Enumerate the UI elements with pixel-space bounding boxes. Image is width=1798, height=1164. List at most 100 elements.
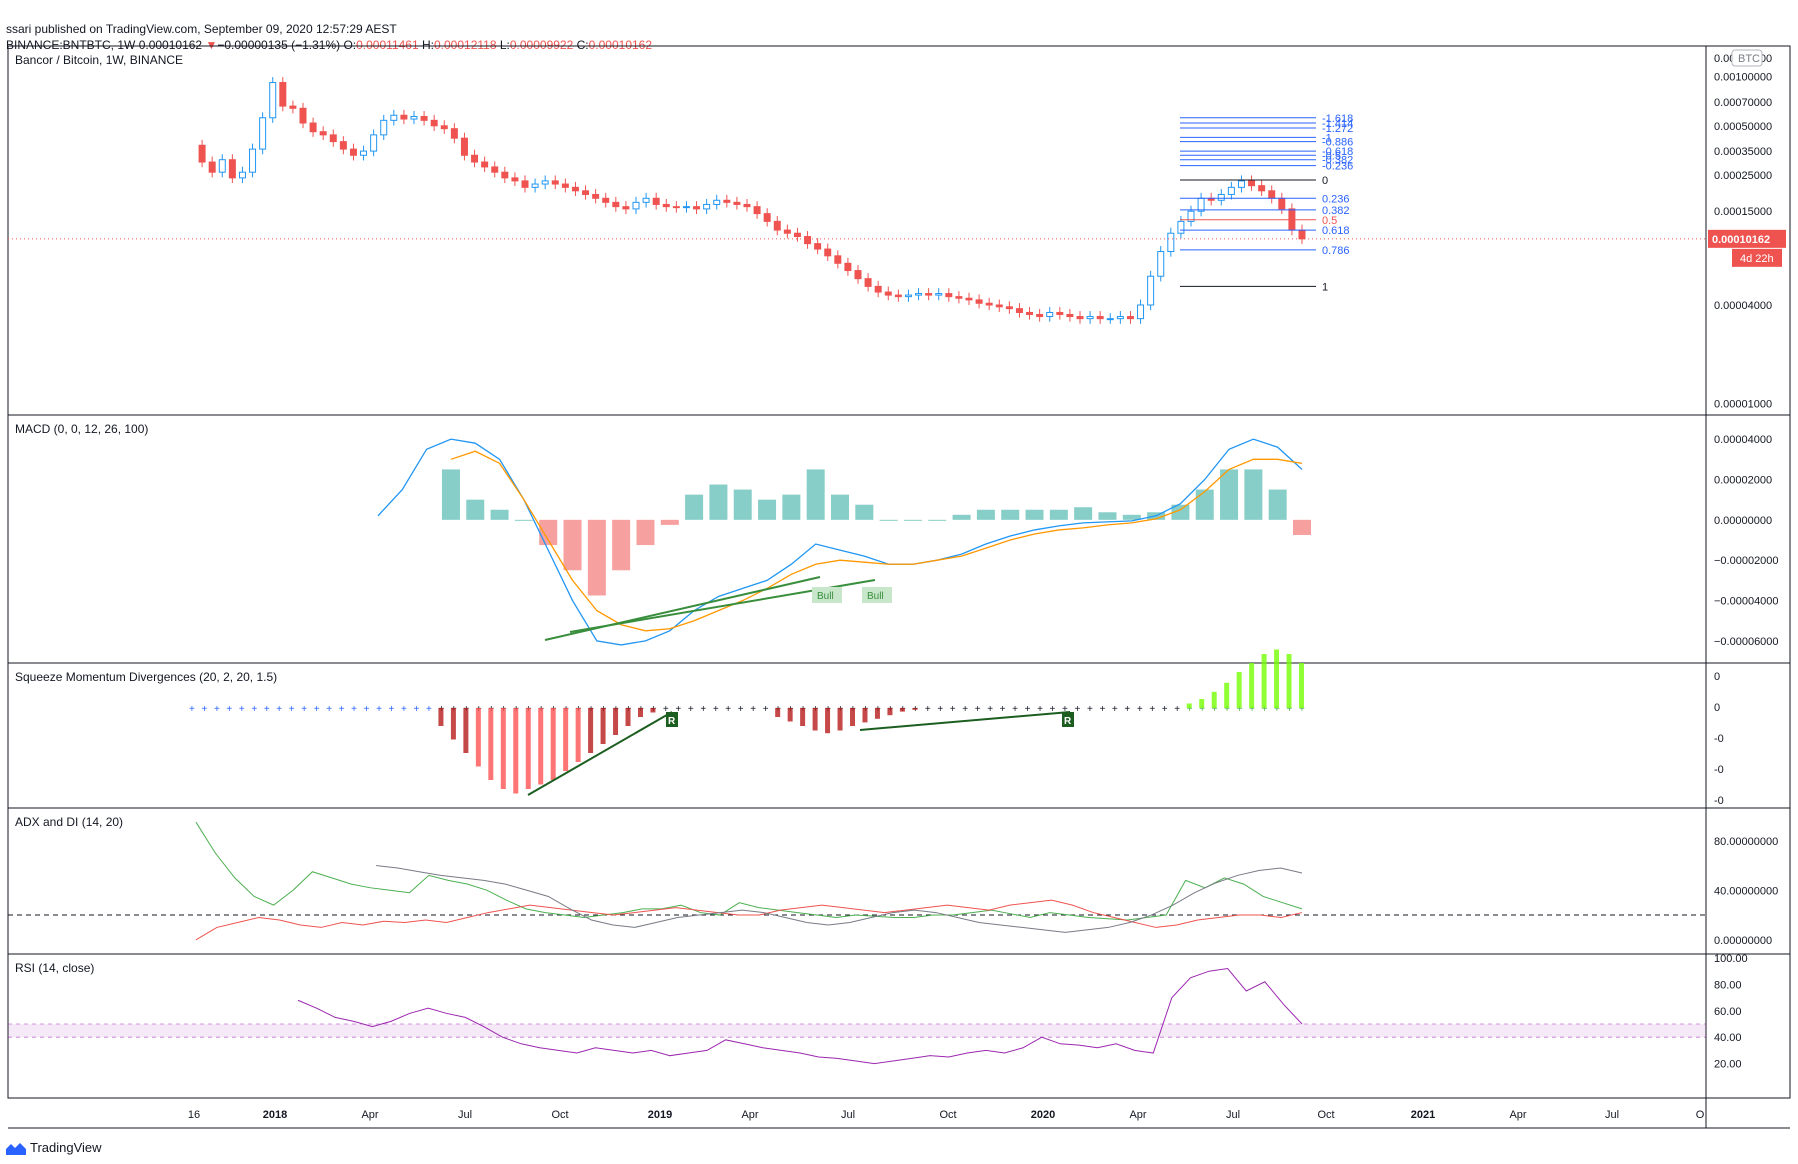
squeeze-bar <box>513 708 519 794</box>
rsi-band <box>8 1024 1706 1038</box>
candle-body <box>1106 318 1114 321</box>
squeeze-dot: + <box>1162 704 1168 715</box>
time-tick-label: Apr <box>361 1109 378 1121</box>
candle-body <box>693 206 701 210</box>
countdown-label: 4d 22h <box>1740 253 1774 265</box>
candle-body <box>703 203 711 210</box>
squeeze-bar <box>1186 703 1192 708</box>
macd-tick-label: 0.00004000 <box>1714 434 1772 446</box>
squeeze-bar <box>862 708 868 723</box>
candle-body <box>1056 311 1064 315</box>
squeeze-bar <box>625 708 631 726</box>
squeeze-tick-label: -0 <box>1714 764 1724 776</box>
squeeze-bar <box>825 708 831 734</box>
macd-histogram-bar <box>490 509 509 520</box>
squeeze-tick-label: -0 <box>1714 733 1724 745</box>
squeeze-bar <box>812 708 818 731</box>
squeeze-dot: + <box>1124 704 1130 715</box>
squeeze-dot: + <box>738 704 744 715</box>
candle-body <box>299 107 307 124</box>
squeeze-bar <box>837 708 843 731</box>
candle-body <box>844 262 852 272</box>
squeeze-dot: + <box>1012 704 1018 715</box>
squeeze-dot: + <box>1037 704 1043 715</box>
macd-histogram-bar <box>660 519 679 525</box>
squeeze-dot: + <box>1000 704 1006 715</box>
macd-tick-label: −0.00002000 <box>1714 555 1779 567</box>
candle-body <box>622 206 630 210</box>
price-tick-label: 0.00100000 <box>1714 72 1772 84</box>
candle-body <box>1157 251 1165 277</box>
candle-body <box>602 197 610 203</box>
squeeze-tick-label: 0 <box>1714 671 1720 683</box>
macd-histogram-bar <box>1049 509 1068 520</box>
candle-body <box>824 248 832 257</box>
candle-body <box>763 213 771 222</box>
macd-line-macd <box>377 438 1303 646</box>
squeeze-dot: + <box>189 704 195 715</box>
candle-body <box>773 220 781 231</box>
bull-divergence-line <box>544 576 821 641</box>
candle-body <box>471 154 479 163</box>
squeeze-dot: + <box>700 704 706 715</box>
candle-body <box>1298 229 1306 240</box>
squeeze-dot: + <box>962 704 968 715</box>
squeeze-dot: + <box>1099 704 1105 715</box>
macd-histogram-bar <box>928 519 947 521</box>
candle-body <box>571 186 579 192</box>
squeeze-dot: + <box>987 704 993 715</box>
tradingview-logo-icon <box>6 1142 26 1155</box>
squeeze-dot: + <box>1149 704 1155 715</box>
squeeze-bar <box>588 708 594 753</box>
macd-histogram-bar <box>466 499 485 520</box>
macd-histogram-bar <box>831 494 849 520</box>
price-tick-label: 0.00025000 <box>1714 170 1772 182</box>
candle-body <box>218 159 226 173</box>
macd-histogram-bar <box>563 519 582 571</box>
squeeze-bar <box>463 708 469 753</box>
candle-body <box>349 148 357 156</box>
currency-badge: BTC <box>1738 53 1760 65</box>
squeeze-bar <box>1224 682 1230 708</box>
squeeze-bar <box>475 708 481 767</box>
candle-body <box>1096 316 1104 320</box>
macd-histogram-bar <box>1244 469 1263 520</box>
candle-body <box>561 183 569 188</box>
rsi-tick-label: 40.00 <box>1714 1032 1742 1044</box>
squeeze-dot: + <box>264 704 270 715</box>
squeeze-bar <box>1249 663 1255 708</box>
candle-body <box>925 293 933 296</box>
candle-body <box>541 180 549 185</box>
squeeze-dot: + <box>339 704 345 715</box>
price-tick-label: 0.00070000 <box>1714 97 1772 109</box>
macd-histogram-bar <box>514 519 533 521</box>
candle-body <box>1036 313 1044 318</box>
squeeze-dot: + <box>1174 704 1180 715</box>
time-tick-label: 16 <box>188 1109 200 1121</box>
candle-body <box>1177 220 1185 234</box>
squeeze-dot: + <box>239 704 245 715</box>
macd-histogram-bar <box>733 489 752 520</box>
squeeze-tick-label: 0 <box>1714 702 1720 714</box>
candle-body <box>1197 197 1205 212</box>
chart-canvas[interactable]: Bancor / Bitcoin, 1W, BINANCE MACD (0, 0,… <box>0 0 1798 1164</box>
candle-body <box>783 229 791 234</box>
macd-histogram-bar <box>1220 469 1239 520</box>
candle-body <box>1167 232 1175 253</box>
squeeze-dot: + <box>351 704 357 715</box>
candle-body <box>945 293 953 298</box>
price-tick-label: 0.00035000 <box>1714 146 1772 158</box>
footer-brand: TradingView <box>30 1140 102 1155</box>
macd-histogram-bar <box>903 519 922 521</box>
candle-body <box>319 131 327 136</box>
squeeze-bar <box>550 708 556 780</box>
bull-label: Bull <box>867 591 884 602</box>
squeeze-dot: + <box>1075 704 1081 715</box>
squeeze-bar <box>800 708 806 726</box>
candle-body <box>904 294 912 298</box>
candle-body <box>339 141 347 150</box>
time-tick-label: 2020 <box>1031 1109 1055 1121</box>
squeeze-dot: + <box>1087 704 1093 715</box>
candle-body <box>360 150 368 156</box>
squeeze-bar <box>438 708 444 726</box>
